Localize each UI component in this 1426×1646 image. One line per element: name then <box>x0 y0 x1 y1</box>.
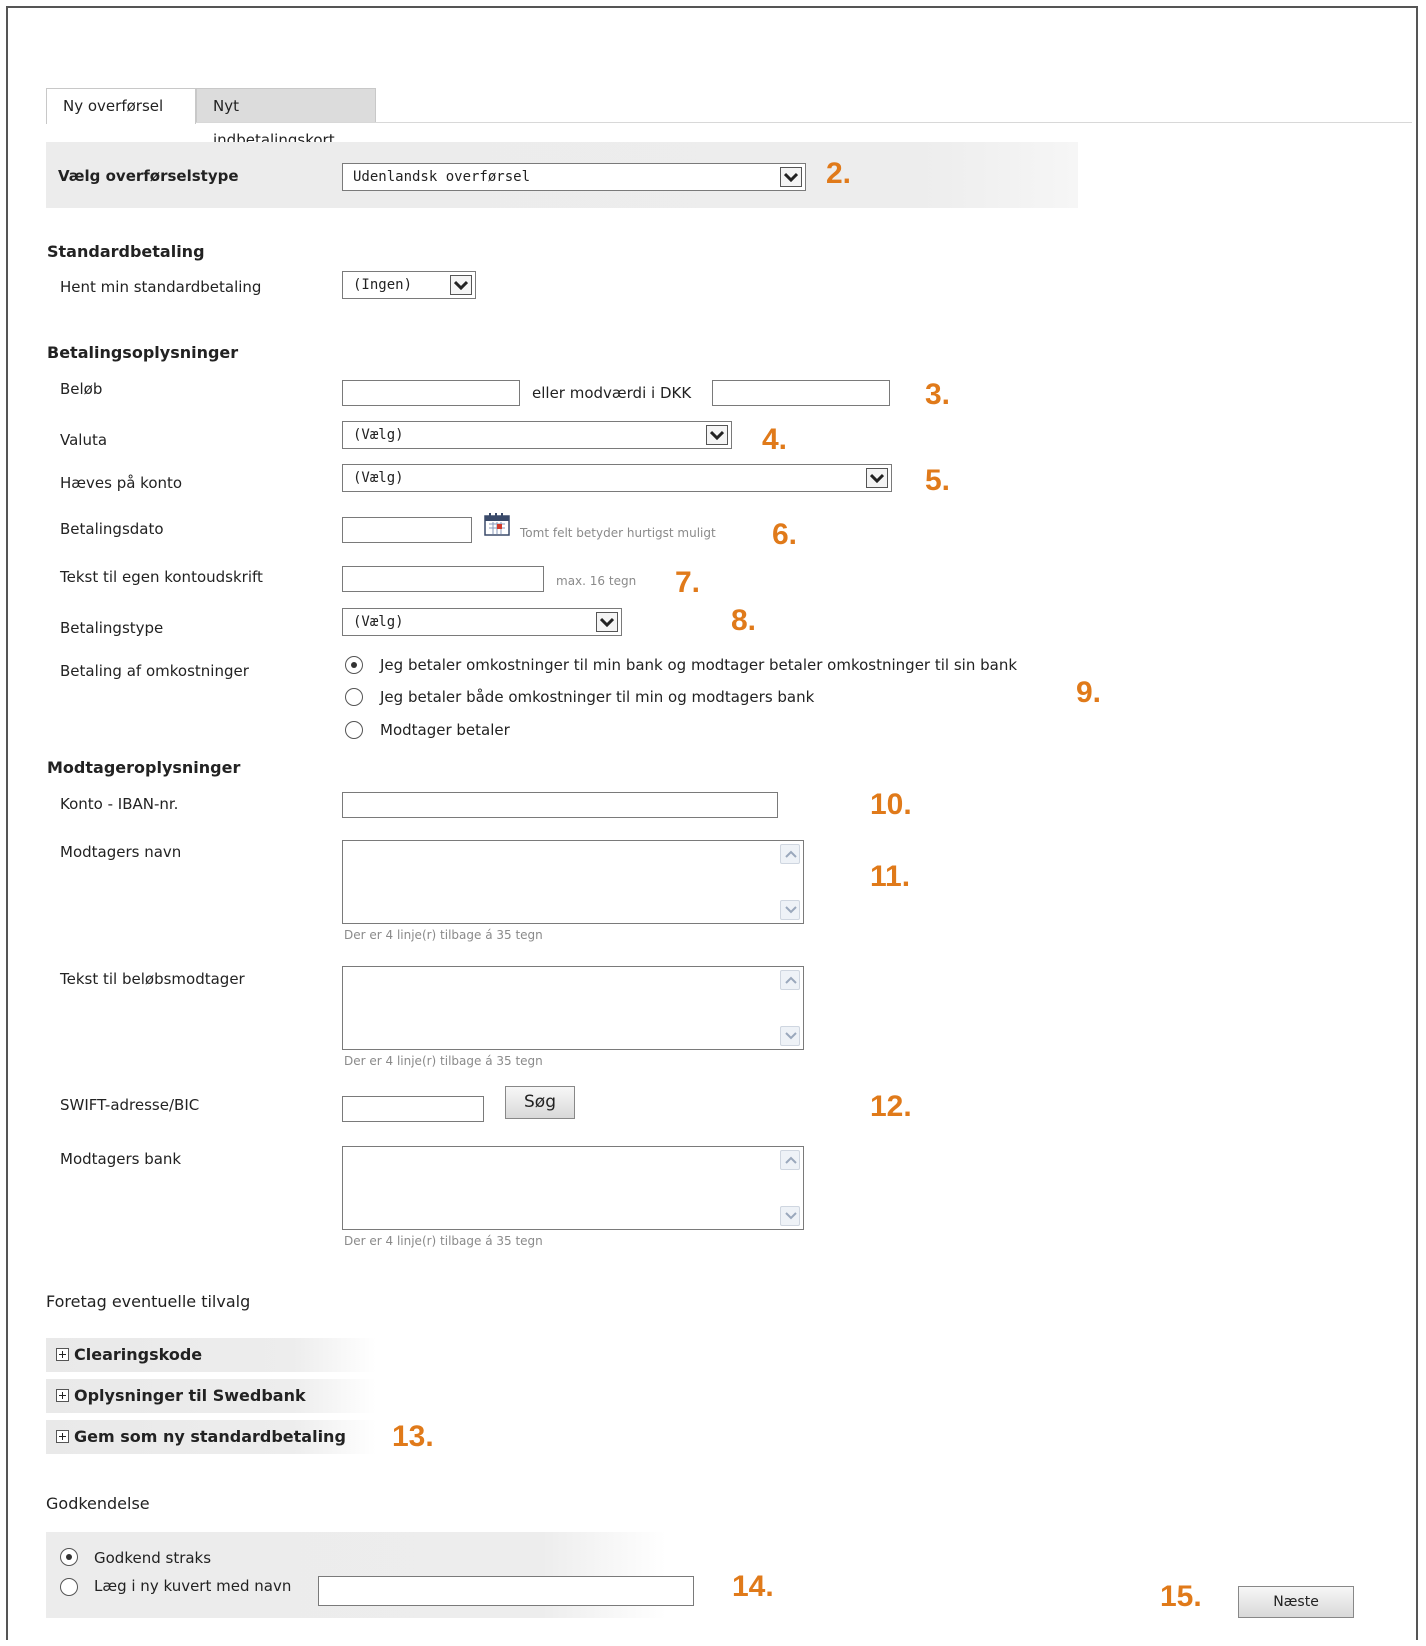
currency-select[interactable]: (Vælg) <box>342 421 732 449</box>
account-select[interactable]: (Vælg) <box>342 464 892 492</box>
transfer-type-value: Udenlandsk overførsel <box>353 169 531 185</box>
own-text-label: Tekst til egen kontoudskrift <box>60 568 263 586</box>
iban-label: Konto - IBAN-nr. <box>60 795 179 813</box>
amount-input[interactable] <box>342 380 520 406</box>
recipient-bank-hint: Der er 4 linje(r) tilbage á 35 tegn <box>344 1234 543 1248</box>
recipient-bank-textarea[interactable] <box>342 1146 804 1230</box>
account-value: (Vælg) <box>353 470 404 486</box>
dkk-label: eller modværdi i DKK <box>532 384 692 402</box>
marker-8: 8. <box>731 604 757 637</box>
tab-ny-overforsel[interactable]: Ny overførsel <box>46 88 196 124</box>
fetch-standard-label: Hent min standardbetaling <box>60 278 262 296</box>
transfer-type-label: Vælg overførselstype <box>58 167 239 185</box>
recipient-name-textarea[interactable] <box>342 840 804 924</box>
own-text-hint: max. 16 tegn <box>556 574 637 588</box>
marker-5: 5. <box>925 464 951 497</box>
search-button[interactable]: Søg <box>505 1086 575 1119</box>
dkk-amount-input[interactable] <box>712 380 890 406</box>
scroll-down-icon[interactable] <box>780 1206 800 1226</box>
date-hint: Tomt felt betyder hurtigst muligt <box>520 526 716 540</box>
scrollbar[interactable] <box>778 1148 802 1228</box>
expand-plus-icon <box>56 1430 69 1443</box>
payment-heading: Betalingsoplysninger <box>47 343 239 362</box>
swift-label: SWIFT-adresse/BIC <box>60 1096 200 1114</box>
chevron-down-icon <box>596 612 618 632</box>
fetch-standard-select[interactable]: (Ingen) <box>342 271 476 299</box>
marker-3: 3. <box>925 378 951 411</box>
transfer-type-select[interactable]: Udenlandsk overførsel <box>342 163 806 191</box>
marker-2: 2. <box>826 157 852 190</box>
fetch-standard-value: (Ingen) <box>353 277 413 293</box>
marker-12: 12. <box>870 1090 912 1123</box>
iban-input[interactable] <box>342 792 778 818</box>
costs-radio-recipient[interactable] <box>345 721 363 739</box>
own-text-input[interactable] <box>342 566 544 592</box>
marker-15: 15. <box>1160 1580 1202 1613</box>
scroll-up-icon[interactable] <box>780 1150 800 1170</box>
recipient-name-label: Modtagers navn <box>60 843 182 861</box>
approve-now-radio[interactable] <box>60 1548 78 1566</box>
costs-option-recipient: Modtager betaler <box>380 721 510 739</box>
scroll-up-icon[interactable] <box>780 970 800 990</box>
currency-label: Valuta <box>60 431 108 449</box>
scrollbar[interactable] <box>778 842 802 922</box>
expander-label: Clearingskode <box>74 1345 203 1364</box>
expander-label: Oplysninger til Swedbank <box>74 1386 306 1405</box>
standard-heading: Standardbetaling <box>47 242 205 261</box>
costs-label: Betaling af omkostninger <box>60 662 249 680</box>
recipient-heading: Modtageroplysninger <box>47 758 241 777</box>
marker-6: 6. <box>772 518 798 551</box>
expander-gem-standardbetaling[interactable]: Gem som ny standardbetaling <box>46 1420 376 1454</box>
new-envelope-radio[interactable] <box>60 1578 78 1596</box>
marker-4: 4. <box>762 423 788 456</box>
marker-11: 11. <box>870 860 911 893</box>
costs-radio-payer-all[interactable] <box>345 688 363 706</box>
expander-oplysninger-swedbank[interactable]: Oplysninger til Swedbank <box>46 1379 376 1413</box>
marker-10: 10. <box>870 788 912 821</box>
currency-value: (Vælg) <box>353 427 404 443</box>
swift-input[interactable] <box>342 1096 484 1122</box>
pay-type-select[interactable]: (Vælg) <box>342 608 622 636</box>
amount-label: Beløb <box>60 380 103 398</box>
recipient-text-textarea[interactable] <box>342 966 804 1050</box>
envelope-name-input[interactable] <box>318 1576 694 1606</box>
chevron-down-icon <box>450 275 472 295</box>
calendar-icon[interactable] <box>484 512 510 540</box>
pay-type-label: Betalingstype <box>60 619 164 637</box>
options-heading: Foretag eventuelle tilvalg <box>46 1292 251 1311</box>
marker-13: 13. <box>392 1420 434 1453</box>
scroll-down-icon[interactable] <box>780 1026 800 1046</box>
recipient-bank-label: Modtagers bank <box>60 1150 182 1168</box>
approval-heading: Godkendelse <box>46 1494 150 1513</box>
expand-plus-icon <box>56 1348 69 1361</box>
scroll-down-icon[interactable] <box>780 900 800 920</box>
recipient-name-hint: Der er 4 linje(r) tilbage á 35 tegn <box>344 928 543 942</box>
approve-now-label: Godkend straks <box>94 1549 212 1567</box>
scroll-up-icon[interactable] <box>780 844 800 864</box>
next-button[interactable]: Næste <box>1238 1586 1354 1618</box>
marker-9: 9. <box>1076 676 1102 709</box>
new-envelope-label: Læg i ny kuvert med navn <box>94 1577 292 1595</box>
scrollbar[interactable] <box>778 968 802 1048</box>
expander-clearingskode[interactable]: Clearingskode <box>46 1338 376 1372</box>
chevron-down-icon <box>866 468 888 488</box>
costs-radio-shared[interactable] <box>345 656 363 674</box>
pay-type-value: (Vælg) <box>353 614 404 630</box>
expander-label: Gem som ny standardbetaling <box>74 1427 346 1446</box>
costs-option-payer-all: Jeg betaler både omkostninger til min og… <box>380 688 815 706</box>
costs-option-shared: Jeg betaler omkostninger til min bank og… <box>380 656 1018 674</box>
marker-7: 7. <box>675 566 701 599</box>
tab-nyt-indbetalingskort[interactable]: Nyt indbetalingskort <box>196 88 376 149</box>
recipient-text-label: Tekst til beløbsmodtager <box>60 970 245 988</box>
chevron-down-icon <box>706 425 728 445</box>
expand-plus-icon <box>56 1389 69 1402</box>
account-label: Hæves på konto <box>60 474 183 492</box>
marker-14: 14. <box>732 1570 774 1603</box>
date-label: Betalingsdato <box>60 520 164 538</box>
date-input[interactable] <box>342 517 472 543</box>
chevron-down-icon <box>780 167 802 187</box>
recipient-text-hint: Der er 4 linje(r) tilbage á 35 tegn <box>344 1054 543 1068</box>
